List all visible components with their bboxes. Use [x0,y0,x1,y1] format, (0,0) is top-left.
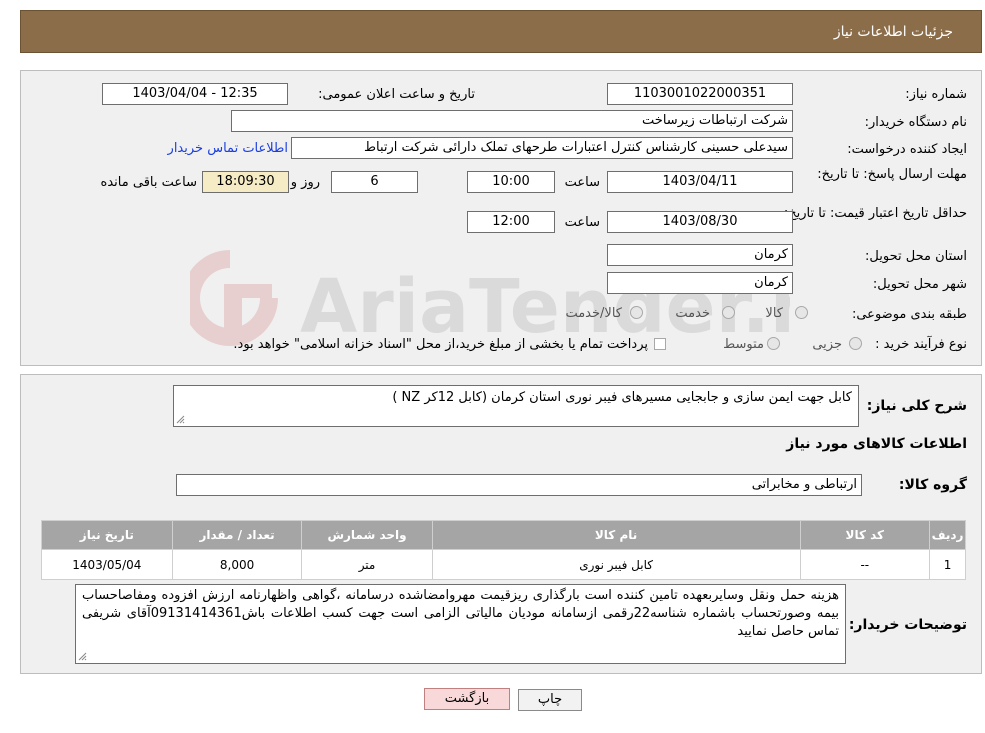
cell-unit: متر [301,549,433,580]
validity-date-field: 1403/08/30 [607,211,793,233]
col-header-date: تاریخ نیاز [41,520,173,550]
category-goods-service-label: کالا/خدمت [565,306,622,321]
summary-field: کابل جهت ایمن سازی و جابجایی مسیرهای فیب… [173,385,859,427]
col-header-code: کد کالا [799,520,931,550]
city-label: شهر محل تحویل: [872,277,967,292]
days-field: 6 [331,171,418,193]
cell-quantity: 8,000 [171,549,303,580]
buyer-org-label: نام دستگاه خریدار: [864,115,967,130]
col-header-unit: واحد شمارش [301,520,433,550]
deadline-label: مهلت ارسال پاسخ: تا تاریخ: [817,167,967,182]
notes-text: هزینه حمل ونقل وسایربعهده تامین کننده اس… [82,588,839,639]
validity-label: حداقل تاریخ اعتبار قیمت: تا تاریخ: [783,206,967,221]
goods-group-field: ارتباطی و مخابراتی [176,474,862,496]
validity-time-label: ساعت [564,215,600,230]
process-minor-label: جزیی [812,337,842,352]
payment-note: پرداخت تمام یا بخشی از مبلغ خرید،از محل … [233,337,648,352]
process-medium-label: متوسط [723,337,764,352]
need-number-field: 1103001022000351 [607,83,793,105]
notes-field: هزینه حمل ونقل وسایربعهده تامین کننده اس… [75,584,846,664]
remaining-time-field: 18:09:30 [202,171,289,193]
cell-code: -- [799,549,931,580]
table-header-row: ردیف کد کالا نام کالا واحد شمارش تعداد /… [41,520,966,550]
goods-info-title: اطلاعات کالاهای مورد نیاز [786,436,967,452]
validity-time-field: 12:00 [467,211,555,233]
process-label: نوع فرآیند خرید : [875,337,967,352]
deadline-time-label: ساعت [564,175,600,190]
cell-row-no: 1 [929,549,966,580]
summary-text: کابل جهت ایمن سازی و جابجایی مسیرهای فیب… [392,390,852,405]
category-radio-service[interactable] [722,306,735,319]
col-header-row-no: ردیف [929,520,966,550]
deadline-time-field: 10:00 [467,171,555,193]
category-goods-label: کالا [765,306,783,321]
category-radio-goods[interactable] [795,306,808,319]
category-label: طبقه بندی موضوعی: [851,307,967,322]
col-header-quantity: تعداد / مقدار [171,520,303,550]
resize-handle-icon[interactable] [176,415,185,424]
buyer-org-field: شرکت ارتباطات زیرساخت [231,110,793,132]
announce-datetime-field: 1403/04/04 - 12:35 [102,83,288,105]
goods-table: ردیف کد کالا نام کالا واحد شمارش تعداد /… [41,520,966,580]
table-row: 1 -- کابل فیبر نوری متر 8,000 1403/05/04 [41,549,966,580]
summary-label: شرح کلی نیاز: [866,398,967,414]
deadline-date-field: 1403/04/11 [607,171,793,193]
print-button[interactable]: چاپ [518,689,582,711]
remaining-label: ساعت باقی مانده [100,175,197,190]
page-title: جزئیات اطلاعات نیاز [833,24,953,40]
notes-label: توضیحات خریدار: [848,617,967,633]
col-header-name: نام کالا [431,520,801,550]
category-service-label: خدمت [675,306,710,321]
payment-checkbox[interactable] [654,338,666,350]
page-header: جزئیات اطلاعات نیاز [20,10,982,53]
cell-name: کابل فیبر نوری [431,549,801,580]
need-number-label: شماره نیاز: [905,87,967,102]
province-field: کرمان [607,244,793,266]
back-button[interactable]: بازگشت [424,688,510,710]
days-label: روز و [290,175,320,190]
buyer-contact-link[interactable]: اطلاعات تماس خریدار [168,141,288,156]
province-label: استان محل تحویل: [865,249,967,264]
process-radio-minor[interactable] [849,337,862,350]
category-radio-goods-service[interactable] [630,306,643,319]
requester-label: ایجاد کننده درخواست: [847,142,967,157]
announce-label: تاریخ و ساعت اعلان عمومی: [318,87,475,102]
goods-group-label: گروه کالا: [898,477,967,493]
cell-date: 1403/05/04 [41,549,173,580]
city-field: کرمان [607,272,793,294]
process-radio-medium[interactable] [767,337,780,350]
resize-handle-icon[interactable] [78,652,87,661]
requester-field: سیدعلی حسینی کارشناس کنترل اعتبارات طرحه… [291,137,793,159]
